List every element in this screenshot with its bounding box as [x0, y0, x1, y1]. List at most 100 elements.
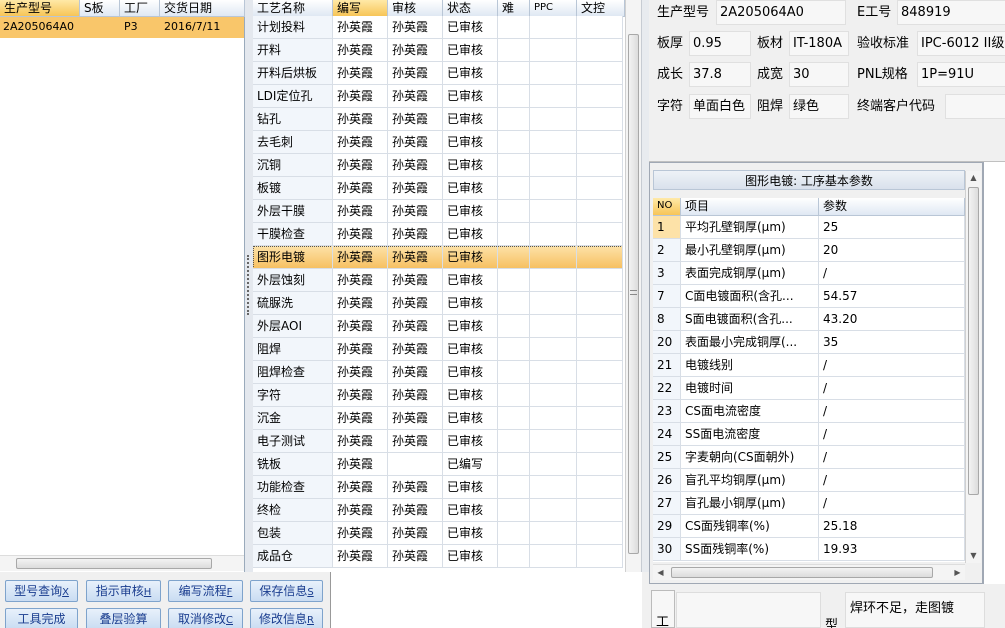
col-header-doc-control[interactable]: 文控	[577, 0, 625, 17]
process-row[interactable]: 阻焊 孙英霞 孙英霞 已审核	[253, 338, 623, 361]
col-header-sb[interactable]: S板	[80, 0, 120, 17]
splitter-handle[interactable]	[245, 0, 253, 572]
process-row[interactable]: 干膜检查 孙英霞 孙英霞 已审核	[253, 223, 623, 246]
col-header-process-name[interactable]: 工艺名称	[253, 0, 333, 17]
status-cell: 已审核	[443, 407, 498, 430]
scrollbar-thumb[interactable]	[16, 558, 212, 569]
e-no-field[interactable]: 848919	[897, 0, 1005, 25]
scrollbar-thumb[interactable]	[671, 567, 933, 578]
mask-field[interactable]: 绿色	[789, 94, 849, 119]
process-row[interactable]: 外层干膜 孙英霞 孙英霞 已审核	[253, 200, 623, 223]
process-row[interactable]: 计划投料 孙英霞 孙英霞 已审核	[253, 16, 623, 39]
horizontal-scrollbar[interactable]	[0, 555, 244, 571]
process-row[interactable]: 钻孔 孙英霞 孙英霞 已审核	[253, 108, 623, 131]
scrollbar-thumb[interactable]	[968, 187, 979, 495]
param-horizontal-scrollbar[interactable]: ◀ ▶	[653, 564, 965, 580]
scroll-down-icon[interactable]: ▼	[966, 549, 981, 563]
process-vertical-scrollbar[interactable]	[625, 0, 641, 572]
scroll-right-icon[interactable]: ▶	[950, 566, 965, 580]
param-row[interactable]: 1 平均孔壁铜厚(μm) 25	[653, 216, 965, 239]
process-row[interactable]: 阻焊检查 孙英霞 孙英霞 已审核	[253, 361, 623, 384]
process-row[interactable]: 功能检查 孙英霞 孙英霞 已审核	[253, 476, 623, 499]
process-row[interactable]: 包装 孙英霞 孙英霞 已审核	[253, 522, 623, 545]
standard-field[interactable]: IPC-6012 II级	[917, 31, 1005, 56]
col-header-difficulty[interactable]: 难	[498, 0, 530, 17]
param-row[interactable]: 29 CS面残铜率(%) 25.18	[653, 515, 965, 538]
param-row[interactable]: 30 SS面残铜率(%) 19.93	[653, 538, 965, 561]
param-row[interactable]: 7 C面电镀面积(含孔... 54.57	[653, 285, 965, 308]
status-cell: 已审核	[443, 476, 498, 499]
process-row[interactable]: 图形电镀 孙英霞 孙英霞 已审核	[253, 246, 623, 269]
process-row[interactable]: 字符 孙英霞 孙英霞 已审核	[253, 384, 623, 407]
process-row[interactable]: 沉铜 孙英霞 孙英霞 已审核	[253, 154, 623, 177]
row2-button-1[interactable]: 叠层验算	[86, 608, 161, 628]
scroll-left-icon[interactable]: ◀	[653, 566, 668, 580]
param-row[interactable]: 22 电镀时间 /	[653, 377, 965, 400]
col-header-item[interactable]: 项目	[681, 198, 819, 216]
ppc-cell	[530, 154, 577, 177]
param-row[interactable]: 20 表面最小完成铜厚(... 35	[653, 331, 965, 354]
process-row[interactable]: 电子测试 孙英霞 孙英霞 已审核	[253, 430, 623, 453]
process-row[interactable]: 终检 孙英霞 孙英霞 已审核	[253, 499, 623, 522]
param-row[interactable]: 23 CS面电流密度 /	[653, 400, 965, 423]
col-header-writer[interactable]: 编写	[333, 0, 388, 17]
row2-button-0[interactable]: 工具完成	[5, 608, 78, 628]
process-row[interactable]: 去毛刺 孙英霞 孙英霞 已审核	[253, 131, 623, 154]
col-header-param[interactable]: 参数	[819, 198, 965, 216]
splitter-right[interactable]	[641, 0, 649, 572]
param-row[interactable]: 3 表面完成铜厚(μm) /	[653, 262, 965, 285]
param-row[interactable]: 26 盲孔平均铜厚(μm) /	[653, 469, 965, 492]
process-row[interactable]: 开料 孙英霞 孙英霞 已审核	[253, 39, 623, 62]
pnl-field[interactable]: 1P=91U	[917, 62, 1005, 87]
param-row[interactable]: 21 电镀线别 /	[653, 354, 965, 377]
model-row[interactable]: 2A205064A0 P3 2016/7/11	[0, 17, 244, 38]
param-value-cell: 25	[819, 216, 965, 239]
process-row[interactable]: 沉金 孙英霞 孙英霞 已审核	[253, 407, 623, 430]
writer-cell: 孙英霞	[333, 246, 388, 269]
customer-field[interactable]	[945, 94, 1005, 119]
col-header-no[interactable]: NO	[653, 198, 681, 216]
col-header-factory[interactable]: 工厂	[120, 0, 160, 17]
note-text[interactable]: 焊环不足，走图镀	[845, 592, 985, 628]
col-header-status[interactable]: 状态	[443, 0, 498, 17]
process-row[interactable]: 开料后烘板 孙英霞 孙英霞 已审核	[253, 62, 623, 85]
reviewer-cell: 孙英霞	[388, 85, 443, 108]
param-row[interactable]: 24 SS面电流密度 /	[653, 423, 965, 446]
row1-button-1[interactable]: 指示审核H	[86, 580, 161, 602]
note-field-left[interactable]	[676, 592, 821, 628]
process-name-cell: 沉铜	[253, 154, 333, 177]
width-field[interactable]: 30	[789, 62, 849, 87]
col-header-ppc[interactable]: PPC	[530, 0, 577, 17]
process-row[interactable]: LDI定位孔 孙英霞 孙英霞 已审核	[253, 85, 623, 108]
process-row[interactable]: 外层蚀刻 孙英霞 孙英霞 已审核	[253, 269, 623, 292]
param-row[interactable]: 8 S面电镀面积(含孔... 43.20	[653, 308, 965, 331]
row2-button-3[interactable]: 修改信息R	[250, 608, 323, 628]
writer-cell: 孙英霞	[333, 39, 388, 62]
thickness-field[interactable]: 0.95	[689, 31, 751, 56]
process-row[interactable]: 板镀 孙英霞 孙英霞 已审核	[253, 177, 623, 200]
row1-button-2[interactable]: 编写流程F	[168, 580, 243, 602]
col-header-delivery-date[interactable]: 交货日期	[160, 0, 245, 17]
length-field[interactable]: 37.8	[689, 62, 751, 87]
process-row[interactable]: 硫脲洗 孙英霞 孙英霞 已审核	[253, 292, 623, 315]
length-label: 成长	[657, 67, 684, 82]
param-row[interactable]: 27 盲孔最小铜厚(μm) /	[653, 492, 965, 515]
prod-model-field[interactable]: 2A205064A0	[716, 0, 846, 25]
process-row[interactable]: 成品仓 孙英霞 孙英霞 已审核	[253, 545, 623, 568]
process-row[interactable]: 外层AOI 孙英霞 孙英霞 已审核	[253, 315, 623, 338]
doc-control-cell	[577, 62, 623, 85]
process-row[interactable]: 铣板 孙英霞 已编写	[253, 453, 623, 476]
row2-button-2[interactable]: 取消修改C	[168, 608, 243, 628]
material-field[interactable]: IT-180A	[789, 31, 849, 56]
model-cell: 2A205064A0	[3, 20, 75, 33]
row1-button-0[interactable]: 型号查询X	[5, 580, 78, 602]
param-vertical-scrollbar[interactable]: ▲ ▼	[965, 171, 981, 563]
param-row[interactable]: 2 最小孔壁铜厚(μm) 20	[653, 239, 965, 262]
col-header-reviewer[interactable]: 审核	[388, 0, 443, 17]
param-row[interactable]: 25 字麦朝向(CS面朝外) /	[653, 446, 965, 469]
scroll-up-icon[interactable]: ▲	[966, 171, 981, 185]
button-label: 工具完成	[17, 612, 66, 626]
char-field[interactable]: 单面白色	[689, 94, 751, 119]
col-header-model[interactable]: 生产型号	[0, 0, 80, 17]
row1-button-3[interactable]: 保存信息S	[250, 580, 323, 602]
